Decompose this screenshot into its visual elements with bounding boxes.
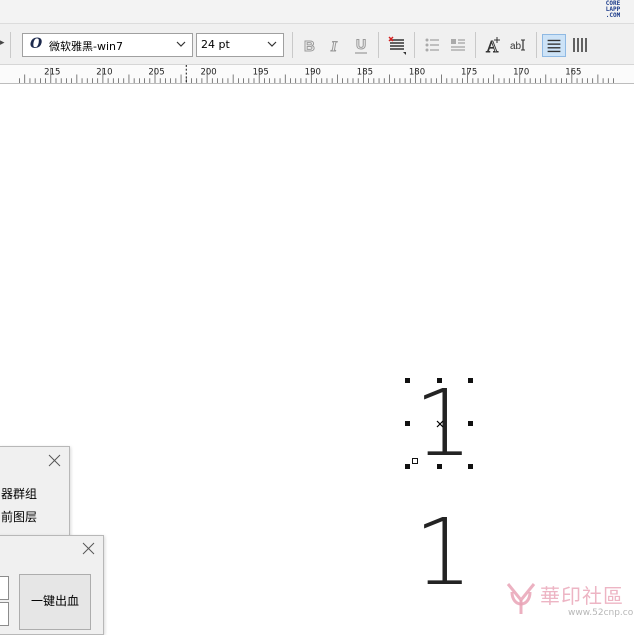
font-family-value: 微软雅黑-win7 <box>49 40 123 53</box>
separator <box>414 32 415 58</box>
selection-handle[interactable] <box>468 464 473 469</box>
ruler-labels: 215 210 205 200 195 190 185 180 175 170 165 <box>44 67 581 77</box>
docker-panel-bottom: 一键出血 <box>0 535 104 635</box>
ruler-label: 215 <box>44 67 60 77</box>
svg-text:U: U <box>356 36 366 52</box>
value-input[interactable] <box>0 576 9 600</box>
ruler-label: 165 <box>565 67 581 77</box>
close-icon[interactable] <box>48 454 61 467</box>
ruler-label: 210 <box>96 67 112 77</box>
watermark: 華印社區 www.52cnp.com <box>498 578 634 622</box>
font-size-select[interactable]: 24 pt <box>196 33 284 57</box>
text-object[interactable]: 1 <box>414 507 473 599</box>
logo-line: .COM <box>605 12 621 19</box>
separator <box>378 32 379 58</box>
separator <box>292 32 293 58</box>
docker-item[interactable]: 前图层 <box>1 508 37 525</box>
selection-handle[interactable] <box>468 378 473 383</box>
separator <box>536 32 537 58</box>
docker-item[interactable]: 器群组 <box>1 485 37 502</box>
drop-cap-icon[interactable] <box>448 35 468 55</box>
svg-text:I: I <box>330 39 338 55</box>
separator <box>475 32 476 58</box>
ruler-label: 205 <box>148 67 164 77</box>
text-align-icon[interactable] <box>387 35 407 55</box>
watermark-logo-icon <box>506 583 536 614</box>
text-node-marker[interactable] <box>412 458 418 464</box>
docker-panel-top: 器群组 前图层 <box>0 446 70 546</box>
watermark-url: www.52cnp.com <box>568 608 634 618</box>
watermark-title: 華印社區 <box>540 584 624 608</box>
overflow-arrow-icon[interactable]: ▸ <box>0 38 5 48</box>
opentype-font-icon: O <box>30 36 43 52</box>
underline-icon[interactable]: U <box>351 35 371 55</box>
ruler-label: 200 <box>200 67 216 77</box>
bold-icon[interactable]: B <box>299 35 319 56</box>
vertical-text-icon[interactable] <box>570 35 590 55</box>
ruler-label: 170 <box>513 67 529 77</box>
ruler-label: 175 <box>461 67 477 77</box>
svg-text:B: B <box>304 38 315 55</box>
selection-handle[interactable] <box>405 378 410 383</box>
font-size-value: 24 pt <box>201 38 230 51</box>
edit-text-icon[interactable]: ab <box>509 35 529 55</box>
top-band: CORE LAPP .COM <box>0 0 634 23</box>
text-properties-icon[interactable]: A <box>483 35 503 55</box>
ruler-label: 195 <box>253 67 269 77</box>
corelapp-logo: CORE LAPP .COM <box>602 1 624 19</box>
selection-handle[interactable] <box>405 464 410 469</box>
bullet-list-icon[interactable] <box>422 35 442 55</box>
ruler-label: 190 <box>305 67 321 77</box>
font-family-select[interactable]: O 微软雅黑-win7 <box>22 33 193 57</box>
separator <box>10 32 11 58</box>
horizontal-ruler[interactable]: 215 210 205 200 195 190 185 180 175 170 165 <box>0 65 634 84</box>
svg-text:ab: ab <box>510 41 522 52</box>
ruler-label: 180 <box>409 67 425 77</box>
selection-handle[interactable] <box>468 421 473 426</box>
chevron-down-icon <box>176 41 186 47</box>
selection-handle[interactable] <box>437 378 442 383</box>
ruler-label: 185 <box>357 67 373 77</box>
horizontal-text-icon[interactable] <box>542 34 566 57</box>
selection-handle[interactable] <box>405 421 410 426</box>
center-x-icon[interactable] <box>435 419 445 429</box>
close-icon[interactable] <box>82 542 95 555</box>
chevron-down-icon <box>267 41 277 47</box>
selection-handle[interactable] <box>437 464 442 469</box>
property-bar: ▸ O 微软雅黑-win7 24 pt B I U A ab <box>0 23 634 65</box>
italic-icon[interactable]: I <box>325 35 345 56</box>
value-input[interactable] <box>0 602 9 626</box>
